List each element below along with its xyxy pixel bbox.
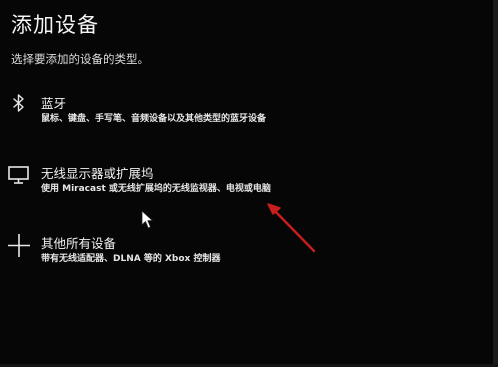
- option-label: 无线显示器或扩展坞: [41, 166, 154, 181]
- add-other-device-option[interactable]: 其他所有设备 带有无线适配器、DLNA 等的 Xbox 控制器: [0, 233, 490, 279]
- page-subtitle: 选择要添加的设备的类型。: [11, 52, 149, 66]
- add-bluetooth-device-option[interactable]: 蓝牙 鼠标、键盘、手写笔、音频设备以及其他类型的蓝牙设备: [0, 93, 490, 139]
- bluetooth-icon: [13, 94, 24, 112]
- option-description: 使用 Miracast 或无线扩展坞的无线监视器、电视或电脑: [41, 184, 271, 194]
- red-annotation-arrow-icon: [267, 203, 316, 253]
- mouse-pointer-icon: [141, 210, 153, 229]
- add-device-dialog: 添加设备 选择要添加的设备的类型。 蓝牙 鼠标、键盘、手写笔、音频设备以及其他类…: [0, 0, 498, 367]
- option-description: 鼠标、键盘、手写笔、音频设备以及其他类型的蓝牙设备: [41, 114, 267, 124]
- option-label: 其他所有设备: [41, 236, 117, 251]
- monitor-icon: [8, 166, 29, 184]
- plus-icon: [8, 234, 30, 257]
- option-description: 带有无线适配器、DLNA 等的 Xbox 控制器: [41, 254, 221, 264]
- page-title: 添加设备: [11, 13, 99, 37]
- add-wireless-display-option[interactable]: 无线显示器或扩展坞 使用 Miracast 或无线扩展坞的无线监视器、电视或电脑: [0, 163, 490, 209]
- option-label: 蓝牙: [41, 96, 67, 111]
- screen-edge-right: [493, 0, 498, 367]
